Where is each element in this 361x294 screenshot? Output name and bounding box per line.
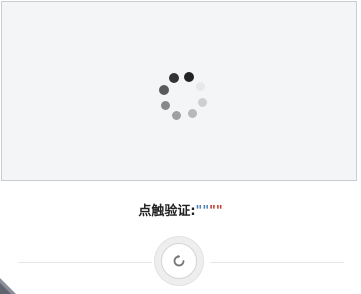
refresh-button-ring xyxy=(155,237,203,285)
spinner-dot xyxy=(172,110,182,120)
spinner-dot xyxy=(158,84,169,95)
spinner-dot xyxy=(197,97,207,107)
spinner-dot xyxy=(168,73,179,84)
captcha-prompt: 点触验证:"""" xyxy=(0,202,361,222)
divider-right xyxy=(210,262,344,263)
divider-left xyxy=(18,262,152,263)
refresh-icon xyxy=(173,254,185,267)
prompt-label: 点触验证: xyxy=(138,204,196,219)
captcha-widget: 点触验证:"""" xyxy=(0,0,361,294)
refresh-button[interactable] xyxy=(161,243,197,279)
loading-spinner-icon xyxy=(156,69,210,123)
spinner-dot xyxy=(187,109,197,119)
spinner-dot xyxy=(160,100,170,110)
corner-logo-icon xyxy=(0,278,16,294)
prompt-quote-3: " xyxy=(209,204,216,219)
prompt-quote-4: " xyxy=(215,204,223,219)
spinner-dot xyxy=(184,71,195,82)
captcha-image-area[interactable] xyxy=(1,1,357,181)
spinner-dot xyxy=(196,82,206,92)
